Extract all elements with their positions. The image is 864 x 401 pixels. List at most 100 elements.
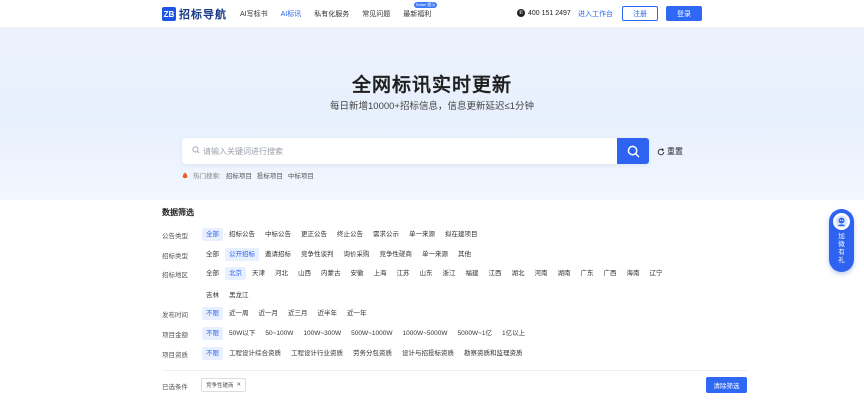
filter-option[interactable]: 近半年	[314, 307, 342, 320]
filter-option[interactable]: 北京	[225, 267, 246, 280]
float-label: 加微有礼	[838, 233, 845, 264]
filter-options: 不限 工程设计综合资质 工程设计行业资质 劳务分包资质 设计与招投标资质 勘察资质和监理资…	[202, 347, 722, 360]
filter-option[interactable]: 1亿以上	[498, 327, 529, 340]
nav-link-ai-bids[interactable]: AI标讯	[281, 9, 302, 19]
filter-option[interactable]: 黑龙江	[225, 289, 253, 302]
nav-link-private-service[interactable]: 私有化服务	[314, 9, 349, 19]
search-icon	[192, 146, 200, 154]
filter-option[interactable]: 山东	[416, 267, 437, 280]
filter-option[interactable]: 近一周	[225, 307, 253, 320]
logo[interactable]: ZB 招标导航	[162, 6, 227, 22]
reset-label: 重置	[667, 147, 683, 156]
filter-option[interactable]: 更正公告	[297, 228, 331, 241]
nav-link-benefits[interactable]: 最新福利 Safari 提示	[403, 2, 438, 19]
filter-option[interactable]: 湖北	[508, 267, 529, 280]
filter-option[interactable]: 单一来源	[405, 228, 439, 241]
filter-options: 不限 近一周 近一月 近三月 近半年 近一年	[202, 307, 722, 320]
filter-option[interactable]: 福建	[462, 267, 483, 280]
filter-option[interactable]: 内蒙古	[317, 267, 345, 280]
filter-option[interactable]: 中标公告	[261, 228, 295, 241]
hot-label: 热门搜索:	[193, 173, 221, 180]
nav-link-benefits-label: 最新福利	[403, 11, 432, 18]
filter-option[interactable]: 竞争性谈判	[297, 248, 338, 261]
filter-option[interactable]: 终止公告	[333, 228, 367, 241]
fire-icon	[182, 171, 188, 178]
search-button[interactable]	[617, 138, 649, 164]
selected-tag-label: 竞争性磋商	[206, 383, 234, 389]
filter-option[interactable]: 河北	[271, 267, 292, 280]
filter-option[interactable]: 江西	[485, 267, 506, 280]
filter-option[interactable]: 单一来源	[418, 248, 452, 261]
hot-item[interactable]: 招标项目	[226, 170, 252, 180]
clear-filters-button[interactable]: 清除筛选	[706, 377, 747, 393]
hot-searches: 热门搜索: 招标项目 投标项目 中标项目	[182, 170, 314, 180]
filter-option[interactable]: 广东	[577, 267, 598, 280]
filter-option[interactable]: 近三月	[284, 307, 312, 320]
filter-option[interactable]: 天津	[248, 267, 269, 280]
filter-option[interactable]: 全部	[202, 267, 223, 280]
reset-button[interactable]: 重置	[657, 146, 683, 157]
search-box	[182, 138, 649, 164]
filter-option[interactable]: 海南	[623, 267, 644, 280]
filter-option[interactable]: 安徽	[347, 267, 368, 280]
filter-option[interactable]: 需求公示	[369, 228, 403, 241]
filter-option[interactable]: 工程设计综合资质	[225, 347, 285, 360]
filter-option[interactable]: 浙江	[439, 267, 460, 280]
filter-option[interactable]: 500W~1000W	[347, 327, 396, 340]
filter-option[interactable]: 勘察资质和监理资质	[460, 347, 527, 360]
filter-option[interactable]: 吉林	[202, 289, 223, 302]
phone-icon: ✆	[517, 9, 525, 17]
filter-option[interactable]: 全部	[202, 228, 223, 241]
filter-row-label: 招标类型	[162, 252, 188, 260]
filter-option[interactable]: 设计与招投标资质	[398, 347, 458, 360]
filter-option[interactable]: 竞争性磋商	[376, 248, 417, 261]
filter-option[interactable]: 江苏	[393, 267, 414, 280]
filter-option[interactable]: 不限	[202, 307, 223, 320]
hot-item[interactable]: 中标项目	[288, 170, 314, 180]
hot-item[interactable]: 投标项目	[257, 170, 283, 180]
filter-option[interactable]: 50~100W	[261, 327, 297, 340]
register-button[interactable]: 注册	[622, 6, 658, 21]
filter-option[interactable]: 招标公告	[225, 228, 259, 241]
filter-option[interactable]: 近一月	[255, 307, 283, 320]
filter-option[interactable]: 上海	[370, 267, 391, 280]
filter-option[interactable]: 1000W~5000W	[399, 327, 452, 340]
filter-option[interactable]: 其他	[454, 248, 475, 261]
search-input[interactable]	[203, 138, 613, 164]
wechat-float-button[interactable]: 加微有礼	[829, 209, 854, 272]
filter-row: 项目资质 不限 工程设计综合资质 工程设计行业资质 劳务分包资质 设计与招投标资质 勘察资质…	[162, 347, 722, 360]
search-button-icon	[627, 145, 639, 157]
filter-option[interactable]: 劳务分包资质	[349, 347, 396, 360]
logo-mark-icon: ZB	[162, 7, 176, 21]
filter-row: 招标地区 全部 北京 天津 河北 山西 内蒙古 安徽 上海 江苏 山东 浙江 福建 江西 湖北 河南 湖南 广东广…	[162, 267, 672, 302]
filter-option[interactable]: 全部	[202, 248, 223, 261]
workbench-link[interactable]: 进入工作台	[578, 9, 613, 19]
filter-options: 全部 招标公告 中标公告 更正公告 终止公告 需求公示 单一来源 拟在建项目	[202, 228, 722, 241]
filter-option[interactable]: 50W以下	[225, 327, 259, 340]
filter-option[interactable]: 辽宁	[646, 267, 667, 280]
filter-options: 不限 50W以下 50~100W 100W~300W 500W~1000W 1000W~5…	[202, 327, 722, 340]
filter-option[interactable]: 工程设计行业资质	[287, 347, 347, 360]
login-button[interactable]: 登录	[666, 6, 702, 21]
filter-option[interactable]: 不限	[202, 327, 223, 340]
filter-option[interactable]: 近一年	[343, 307, 371, 320]
filter-option[interactable]: 不限	[202, 347, 223, 360]
filter-option[interactable]: 100W~300W	[299, 327, 345, 340]
filter-option[interactable]: 广西	[600, 267, 621, 280]
filter-option[interactable]: 邀请招标	[261, 248, 295, 261]
filter-option[interactable]: 拟在建项目	[441, 228, 482, 241]
filter-option[interactable]: 河南	[531, 267, 552, 280]
filter-option[interactable]: 湖南	[554, 267, 575, 280]
filter-option[interactable]: 公开招标	[225, 248, 259, 261]
filter-option[interactable]: 山西	[294, 267, 315, 280]
filter-row: 发布时间 不限 近一周 近一月 近三月 近半年 近一年	[162, 307, 722, 320]
filter-option[interactable]: 询价采购	[340, 248, 374, 261]
tag-close-icon[interactable]: ✕	[237, 382, 242, 388]
nav-link-ai-writing[interactable]: AI写标书	[240, 9, 268, 19]
nav-link-faq[interactable]: 常见问题	[362, 9, 390, 19]
filter-row-label: 发布时间	[162, 311, 188, 319]
filter-option[interactable]: 5000W~1亿	[454, 327, 497, 340]
new-badge: Safari 提示	[413, 2, 438, 8]
phone-contact: ✆ 400 151 2497	[517, 9, 571, 17]
phone-number: 400 151 2497	[528, 9, 571, 17]
